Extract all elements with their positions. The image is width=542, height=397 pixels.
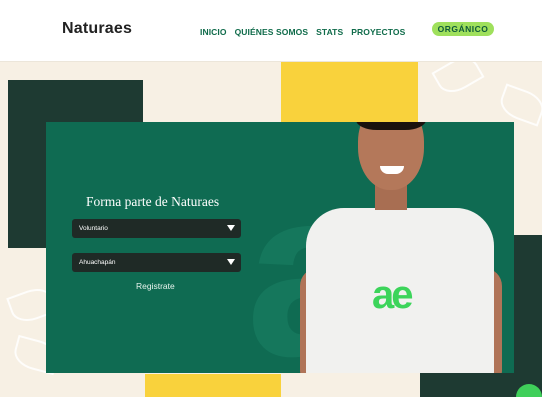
leaf-decor-icon: [496, 83, 542, 127]
role-select-value: Voluntario: [79, 225, 108, 232]
role-select[interactable]: Voluntario: [72, 219, 241, 238]
dropdown-arrow-icon: [227, 259, 235, 265]
nav-proyectos[interactable]: PROYECTOS: [351, 27, 405, 37]
main-nav: INICIO QUIÉNES SOMOS STATS PROYECTOS: [200, 27, 405, 37]
model-photo: ae: [300, 122, 502, 373]
model-head: [358, 122, 424, 190]
dropdown-arrow-icon: [227, 225, 235, 231]
location-select-value: Ahuachapán: [79, 259, 116, 266]
page: Naturaes INICIO QUIÉNES SOMOS STATS PROY…: [0, 0, 542, 397]
location-select[interactable]: Ahuachapán: [72, 253, 241, 272]
nav-stats[interactable]: STATS: [316, 27, 343, 37]
signup-panel: ae Forma parte de Naturaes Voluntario Ah…: [46, 122, 514, 373]
shirt-logo: ae: [372, 273, 413, 317]
decor-block-dark-bottom-right: [420, 374, 520, 397]
nav-quienes-somos[interactable]: QUIÉNES SOMOS: [235, 27, 309, 37]
form-title: Forma parte de Naturaes: [86, 194, 220, 209]
nav-inicio[interactable]: INICIO: [200, 27, 227, 37]
site-logo[interactable]: Naturaes: [62, 20, 132, 38]
organico-badge[interactable]: ORGÁNICO: [432, 22, 494, 36]
site-header: Naturaes INICIO QUIÉNES SOMOS STATS PROY…: [0, 0, 542, 62]
decor-block-yellow-bottom: [145, 374, 281, 397]
register-button[interactable]: Registrate: [136, 281, 175, 291]
